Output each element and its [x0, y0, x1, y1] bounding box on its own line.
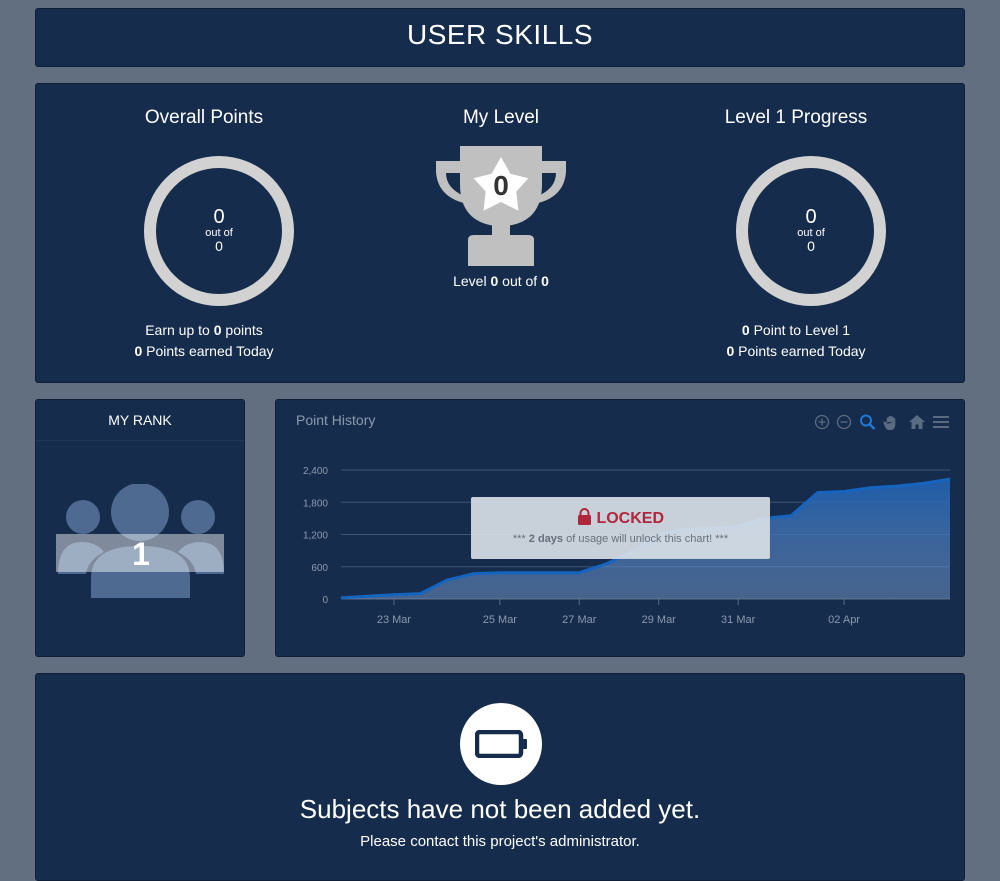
x-tick-label: 29 Mar — [642, 614, 677, 626]
level-progress-panel: Level 1 Progress 0 out of 0 0 Point to L… — [646, 84, 946, 359]
earn-prefix: Earn up to — [145, 322, 210, 338]
locked-days: 2 days — [528, 533, 564, 545]
locked-overlay: LOCKED *** 2 days of usage will unlock t… — [471, 497, 770, 559]
locked-label: LOCKED — [596, 510, 664, 527]
x-tick-label: 25 Mar — [483, 614, 518, 626]
x-tick-label: 31 Mar — [721, 614, 756, 626]
y-tick-label: 600 — [311, 563, 328, 574]
level-today-value: 0 — [726, 343, 735, 359]
y-tick-label: 0 — [322, 595, 328, 606]
point-history-card: Point History 0 600 1,200 1,800 2,400 23 Mar 2… — [275, 399, 965, 657]
x-tick-label: 27 Mar — [562, 614, 597, 626]
level-progress-total: 0 — [807, 238, 815, 254]
subjects-empty-title: Subjects have not been added yet. — [299, 794, 701, 824]
level-progress-title: Level 1 Progress — [724, 107, 868, 128]
overall-points-total: 0 — [215, 238, 223, 254]
level-progress-value: 0 — [805, 206, 817, 228]
level-total: 0 — [541, 273, 549, 289]
my-level-panel: My Level 0 Level 0 out of 0 — [351, 84, 651, 289]
overall-points-details: Earn up to 0 points 0 Points earned Toda… — [54, 320, 354, 362]
page-title: USER SKILLS — [406, 19, 594, 50]
earn-value: 0 — [213, 322, 222, 338]
trophy-icon — [436, 146, 566, 266]
lock-icon — [577, 508, 591, 525]
y-tick-label: 1,800 — [303, 498, 328, 509]
overall-today-value: 0 — [134, 343, 143, 359]
subjects-card: Subjects have not been added yet. Please… — [35, 673, 965, 881]
my-level-title: My Level — [462, 107, 540, 128]
y-tick-label: 1,200 — [303, 531, 328, 542]
overall-points-value: 0 — [213, 206, 225, 228]
level-progress-ring: 0 out of 0 — [736, 156, 886, 306]
subjects-empty-subtitle: Please contact this project's administra… — [360, 833, 640, 850]
level-value: 0 — [490, 273, 499, 289]
trophy-level-value: 0 — [493, 170, 509, 201]
my-rank-title: MY RANK — [36, 400, 244, 441]
earn-suffix: points — [225, 322, 263, 338]
overall-points-panel: Overall Points 0 out of 0 Earn up to 0 p… — [54, 84, 354, 359]
points-to-level-label: Point to Level 1 — [753, 322, 851, 338]
points-to-level-value: 0 — [741, 322, 750, 338]
overall-points-ring: 0 out of 0 — [144, 156, 294, 306]
battery-empty-icon — [475, 730, 527, 758]
x-tick-label: 02 Apr — [828, 614, 860, 626]
level-today-label: Points earned Today — [738, 343, 866, 359]
header-card: USER SKILLS — [35, 8, 965, 67]
level-progress-details: 0 Point to Level 1 0 Points earned Today — [646, 320, 946, 362]
overall-today-label: Points earned Today — [146, 343, 274, 359]
y-tick-label: 2,400 — [303, 466, 328, 477]
rank-value: 1 — [132, 536, 150, 572]
overall-points-title: Overall Points — [144, 107, 264, 128]
battery-circle — [460, 703, 542, 785]
my-rank-card[interactable]: MY RANK 1 — [35, 399, 245, 657]
stats-card: Overall Points 0 out of 0 Earn up to 0 p… — [35, 83, 965, 383]
level-summary: Level 0 out of 0 — [453, 273, 549, 289]
x-tick-label: 23 Mar — [377, 614, 412, 626]
